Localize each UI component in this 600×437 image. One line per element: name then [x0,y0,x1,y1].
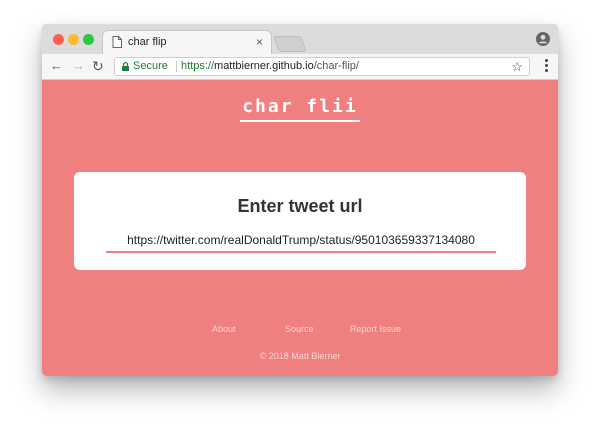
close-window-button[interactable] [53,34,64,45]
tweet-card: Enter tweet url [74,172,526,270]
reload-icon[interactable]: ↻ [92,58,104,74]
menu-icon[interactable] [545,59,548,73]
footer-link-about[interactable]: About [212,324,236,334]
close-icon[interactable]: × [256,35,263,49]
copyright: © 2018 Matt Bierner [259,351,341,361]
minimize-window-button[interactable] [68,34,79,45]
omnibox-separator [176,61,177,72]
address-bar[interactable]: Secure https://mattbierner.github.io/cha… [114,57,530,76]
tab-char-flip[interactable]: char flip × [102,30,272,54]
logo-text: char flii [240,96,360,122]
footer-link-source[interactable]: Source [285,324,314,334]
tweet-url-input[interactable] [106,229,496,253]
profile-icon[interactable] [536,32,550,46]
footer-link-report-issue[interactable]: Report Issue [350,324,401,334]
back-arrow-icon[interactable]: ← [50,58,63,74]
document-icon [112,36,122,48]
browser-window: char flip × ← → ↻ Secure https://mattbie… [42,24,558,376]
page-content: char flii Enter tweet url About Source R… [42,80,558,376]
footer-links: About Source Report Issue [42,324,558,340]
tab-title: char flip [128,36,167,48]
secure-label: Secure [133,60,168,72]
browser-toolbar: ← → ↻ Secure https://mattbierner.github.… [42,54,558,80]
zoom-window-button[interactable] [83,34,94,45]
url-host: mattbierner.github.io [214,60,314,72]
tab-strip: char flip × [42,24,558,54]
url-text[interactable]: https://mattbierner.github.io/char-flip/ [181,60,359,72]
site-logo[interactable]: char flii [42,96,558,122]
card-title: Enter tweet url [237,196,363,216]
forward-arrow-icon[interactable]: → [72,58,85,74]
url-path: /char-flip/ [313,60,359,72]
url-scheme: https:// [181,60,215,72]
star-icon[interactable]: ☆ [511,59,523,75]
lock-icon [122,62,129,71]
new-tab-button[interactable] [273,36,307,52]
